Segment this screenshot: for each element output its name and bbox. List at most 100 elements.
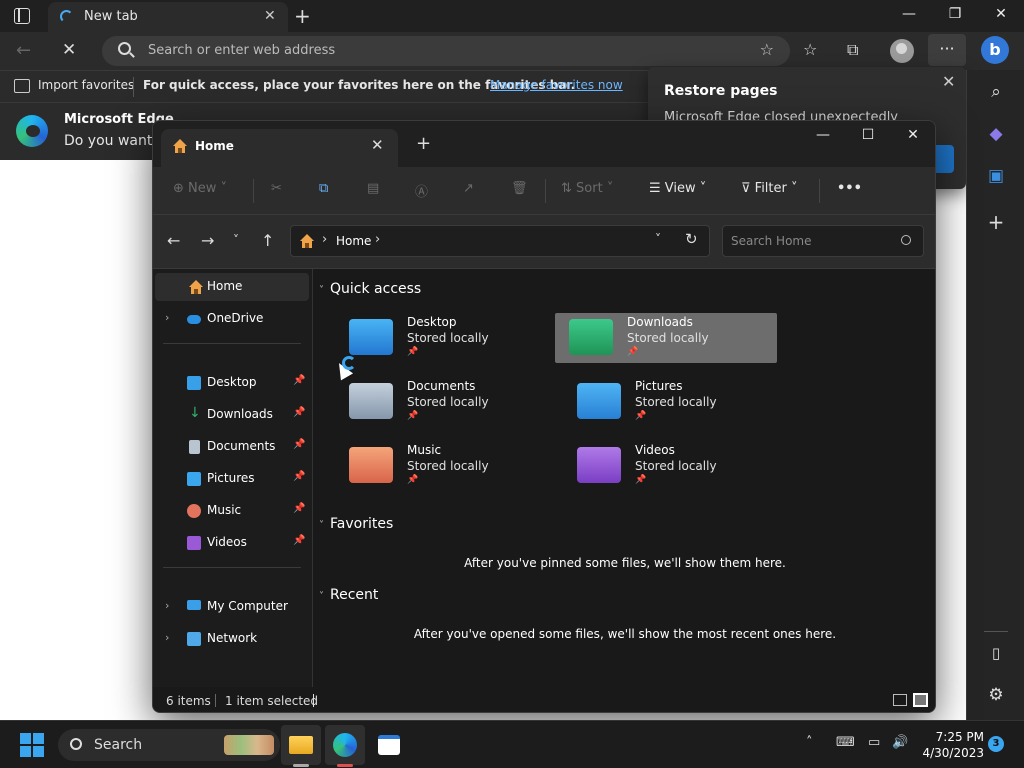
breadcrumb-chevron-icon[interactable]: › [375,232,380,247]
sidebar-add-icon[interactable]: + [967,210,1024,234]
path-bar[interactable]: › Home › ˅ ↻ [290,225,710,257]
explorer-search-input[interactable]: Search Home [722,225,924,257]
profile-avatar[interactable] [890,39,914,63]
bing-chat-icon[interactable]: b [981,36,1009,64]
forward-arrow-icon[interactable]: → [201,231,214,250]
import-favorites-button[interactable]: Import favorites [38,78,134,92]
quick-access-music[interactable]: Music Stored locally 📌 [335,441,557,491]
section-recent[interactable]: ˅ Recent [319,587,378,603]
tiles-view-icon[interactable] [913,693,928,707]
quick-access-downloads[interactable]: Downloads Stored locally 📌 [555,313,777,363]
browser-tab[interactable]: New tab ✕ [48,2,288,32]
nav-label: Desktop [207,375,257,389]
network-icon[interactable]: ▭ [868,735,880,750]
collapse-chevron-icon[interactable]: ˅ [319,520,324,531]
taskbar-edge[interactable] [325,725,365,765]
nav-item-home[interactable]: Home [155,273,309,301]
sidebar-search-icon[interactable]: ⌕ [967,82,1024,102]
address-bar[interactable]: Search or enter web address ☆ [102,36,790,66]
nav-item-pictures[interactable]: Pictures 📌 [155,465,309,493]
notification-badge[interactable]: 3 [988,736,1004,752]
nav-item-desktop[interactable]: Desktop 📌 [155,369,309,397]
favorites-icon[interactable]: ☆ [803,40,817,59]
close-window-icon[interactable]: ✕ [986,6,1016,22]
new-explorer-tab-button[interactable]: + [416,133,431,154]
up-arrow-icon[interactable]: ↑ [261,231,274,250]
add-favorite-icon[interactable]: ☆ [760,40,774,59]
loading-spinner-icon [60,10,73,23]
close-tab-icon[interactable]: ✕ [371,136,384,154]
section-quick-access[interactable]: ˅ Quick access [319,281,421,297]
sidebar-toggle-icon[interactable]: ▯ [967,644,1024,662]
show-hidden-icons[interactable]: ˄ [806,735,813,750]
expand-chevron-icon[interactable]: › [165,599,169,612]
details-view-icon[interactable] [893,694,907,706]
expand-chevron-icon[interactable]: › [165,631,169,644]
stop-loading-icon[interactable]: ✕ [62,40,76,60]
view-button[interactable]: ☰ View ˅ [649,181,706,196]
breadcrumb-home[interactable]: Home [336,234,371,248]
new-tab-button[interactable]: + [294,4,311,28]
status-divider [215,694,216,707]
quick-access-videos[interactable]: Videos Stored locally 📌 [563,441,785,491]
nav-item-network[interactable]: › Network [155,625,309,653]
delete-icon[interactable]: 🗑 [511,181,528,196]
explorer-tab-home[interactable]: Home ✕ [161,129,398,167]
collapse-chevron-icon[interactable]: ˅ [319,285,324,296]
taskbar-store[interactable] [369,725,409,765]
close-window-icon[interactable]: ✕ [893,127,933,143]
edge-sidebar: ⌕ ◆ ▣ + ▯ ⚙ [966,70,1024,720]
nav-item-music[interactable]: Music 📌 [155,497,309,525]
taskbar-file-explorer[interactable] [281,725,321,765]
quick-access-documents[interactable]: Documents Stored locally 📌 [335,377,557,427]
see-more-button[interactable]: ••• [837,181,862,196]
keyboard-icon[interactable]: ⌨ [836,735,855,750]
section-title: Quick access [330,281,422,297]
nav-item-videos[interactable]: Videos 📌 [155,529,309,557]
close-popup-icon[interactable]: ✕ [942,72,955,91]
close-tab-icon[interactable]: ✕ [264,8,276,24]
clock-time: 7:25 PM [935,730,984,744]
collections-icon[interactable]: ⧉ [847,40,858,60]
clock-date: 4/30/2023 [922,746,984,760]
refresh-icon[interactable]: ↻ [685,230,698,248]
expand-chevron-icon[interactable]: › [165,311,169,324]
quick-access-pictures[interactable]: Pictures Stored locally 📌 [563,377,785,427]
sidebar-settings-icon[interactable]: ⚙ [967,685,1024,705]
path-dropdown-icon[interactable]: ˅ [655,232,661,246]
settings-more-button[interactable]: ··· [928,34,966,66]
home-icon [189,280,203,294]
sidebar-outlook-icon[interactable]: ▣ [967,166,1024,186]
collapse-chevron-icon[interactable]: ˅ [319,591,324,602]
maximize-icon[interactable]: ☐ [848,127,888,143]
tab-actions-icon[interactable] [14,8,30,24]
rename-icon[interactable]: Ⓐ [415,181,428,200]
back-arrow-icon[interactable]: ← [16,40,31,61]
clock[interactable]: 7:25 PM 4/30/2023 [920,729,984,761]
nav-divider [163,567,301,568]
restore-window-icon[interactable]: ❐ [940,6,970,22]
nav-item-documents[interactable]: Documents 📌 [155,433,309,461]
paste-icon[interactable]: ▤ [367,181,379,196]
section-favorites[interactable]: ˅ Favorites [319,516,393,532]
minimize-icon[interactable]: — [803,127,843,143]
volume-icon[interactable]: 🔊 [892,735,908,750]
sort-button[interactable]: ⇅ Sort ˅ [561,181,613,196]
filter-button[interactable]: ⊽ Filter ˅ [741,181,798,196]
back-arrow-icon[interactable]: ← [167,231,180,250]
nav-item-onedrive[interactable]: › OneDrive [155,305,309,333]
quick-access-desktop[interactable]: Desktop Stored locally 📌 [335,313,557,363]
minimize-icon[interactable]: — [894,6,924,22]
nav-item-my-computer[interactable]: › My Computer [155,593,309,621]
copy-icon[interactable]: ⧉ [319,181,328,196]
start-button[interactable] [20,733,44,757]
sidebar-tools-icon[interactable]: ◆ [967,124,1024,144]
new-button[interactable]: ⊕ New ˅ [173,181,227,196]
nav-item-downloads[interactable]: ↓ Downloads 📌 [155,401,309,429]
manage-favorites-link[interactable]: Manage favorites now [490,78,623,92]
recent-locations-icon[interactable]: ˅ [233,233,239,247]
taskbar-search[interactable]: Search [58,729,280,761]
share-icon[interactable]: ↗ [463,181,474,196]
nav-label: Pictures [207,471,255,485]
cut-icon[interactable]: ✂ [271,181,282,196]
